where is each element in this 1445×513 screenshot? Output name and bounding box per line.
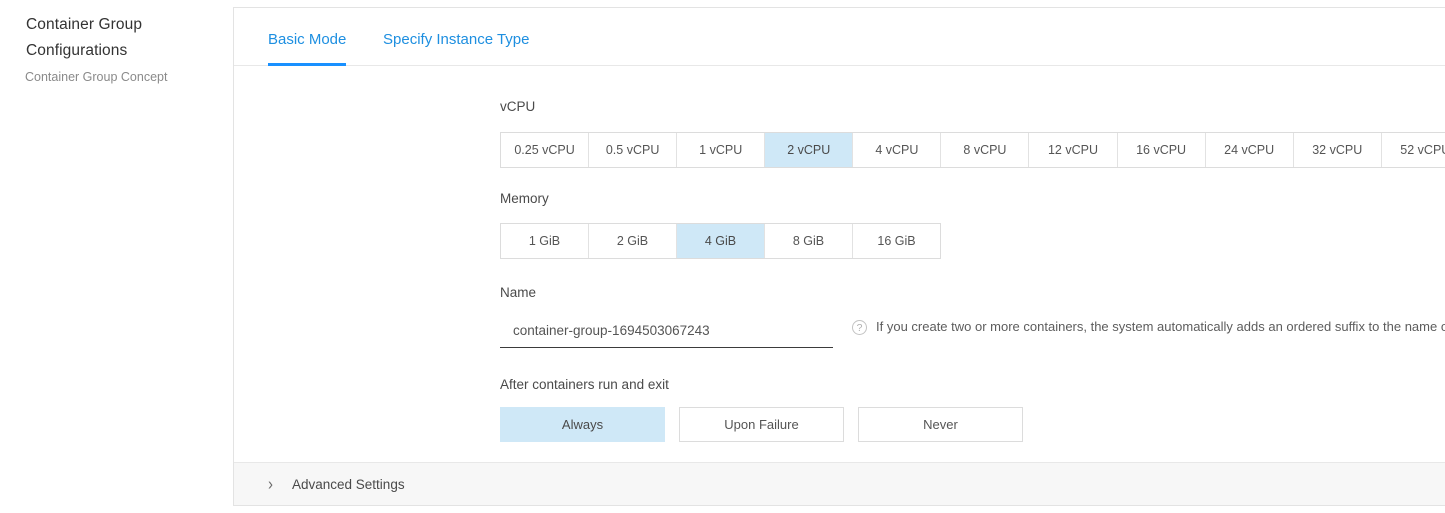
vcpu-option-group: 0.25 vCPU 0.5 vCPU 1 vCPU 2 vCPU 4 vCPU … [500, 132, 1445, 168]
tab-bar: Basic Mode Specify Instance Type [234, 8, 1445, 66]
tab-specify-instance-type[interactable]: Specify Instance Type [383, 8, 529, 66]
restart-policy-always[interactable]: Always [500, 407, 665, 442]
vcpu-option[interactable]: 24 vCPU [1205, 133, 1294, 167]
memory-label: Memory [500, 191, 549, 206]
basic-mode-form: vCPU 0.25 vCPU 0.5 vCPU 1 vCPU 2 vCPU 4 … [234, 66, 1445, 462]
vcpu-option[interactable]: 32 vCPU [1293, 133, 1382, 167]
chevron-right-icon: › [268, 474, 273, 494]
memory-option-selected[interactable]: 4 GiB [677, 224, 765, 258]
sidebar: Container Group Configurations Container… [0, 0, 233, 513]
memory-option[interactable]: 16 GiB [853, 224, 940, 258]
name-input[interactable] [500, 316, 833, 347]
advanced-settings-label: Advanced Settings [292, 476, 405, 492]
vcpu-option[interactable]: 1 vCPU [677, 133, 766, 167]
restart-policy-never[interactable]: Never [858, 407, 1023, 442]
memory-option[interactable]: 2 GiB [589, 224, 677, 258]
sidebar-title-line2: Configurations [26, 42, 128, 59]
memory-option[interactable]: 8 GiB [765, 224, 853, 258]
name-field-wrapper [500, 316, 833, 348]
restart-policy-label: After containers run and exit [500, 377, 669, 392]
advanced-settings-toggle[interactable]: › Advanced Settings [234, 462, 1445, 505]
configuration-panel: Basic Mode Specify Instance Type vCPU 0.… [233, 7, 1445, 506]
question-circle-icon: ? [852, 320, 867, 335]
vcpu-option[interactable]: 4 vCPU [853, 133, 942, 167]
vcpu-option[interactable]: 0.25 vCPU [501, 133, 590, 167]
restart-policy-group: Always Upon Failure Never [500, 407, 1023, 442]
vcpu-label: vCPU [500, 99, 536, 114]
name-hint-text: If you create two or more containers, th… [876, 319, 1445, 334]
vcpu-option[interactable]: 12 vCPU [1029, 133, 1118, 167]
vcpu-option[interactable]: 52 vCPU [1381, 133, 1445, 167]
vcpu-option[interactable]: 16 vCPU [1117, 133, 1206, 167]
tab-basic-mode[interactable]: Basic Mode [268, 8, 347, 66]
vcpu-option-selected[interactable]: 2 vCPU [765, 133, 854, 167]
restart-policy-upon-failure[interactable]: Upon Failure [679, 407, 844, 442]
vcpu-option[interactable]: 0.5 vCPU [589, 133, 678, 167]
memory-option[interactable]: 1 GiB [501, 224, 589, 258]
memory-option-group: 1 GiB 2 GiB 4 GiB 8 GiB 16 GiB [500, 223, 941, 259]
sidebar-title-line1: Container Group [26, 16, 143, 33]
vcpu-option[interactable]: 8 vCPU [941, 133, 1030, 167]
name-hint: ? If you create two or more containers, … [852, 319, 1445, 335]
name-label: Name [500, 285, 537, 300]
sidebar-item-container-group-concept[interactable]: Container Group Concept [25, 70, 167, 84]
